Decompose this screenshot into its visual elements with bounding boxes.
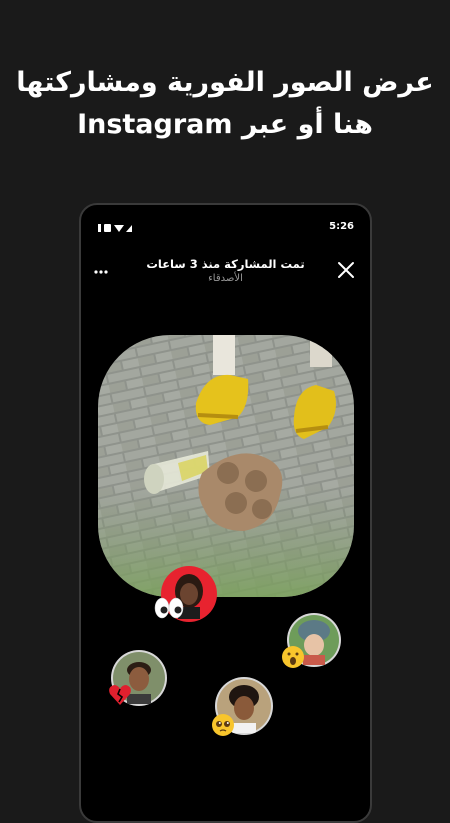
- signal-icon: [126, 225, 132, 232]
- surprised-face-emoji: [282, 646, 304, 668]
- pleading-face-emoji: [212, 714, 234, 736]
- eyes-emoji: [154, 597, 184, 619]
- headline-line-1: عرض الصور الفورية ومشاركتها: [16, 67, 434, 98]
- post-header: تمت المشاركة منذ 3 ساعات الأصدقاء: [133, 257, 318, 284]
- headline-line-2: هنا أو عبر Instagram: [77, 109, 373, 140]
- audience-label: الأصدقاء: [208, 273, 243, 284]
- notification-icon: [98, 224, 101, 232]
- top-bar: تمت المشاركة منذ 3 ساعات الأصدقاء: [81, 251, 370, 291]
- close-icon[interactable]: [337, 261, 355, 279]
- photo-illustration: [98, 335, 354, 597]
- shared-photo[interactable]: [98, 335, 354, 597]
- headline: عرض الصور الفورية ومشاركتها هنا أو عبر I…: [0, 62, 450, 146]
- post-title: تمت المشاركة منذ 3 ساعات: [146, 257, 305, 271]
- more-options-icon[interactable]: [93, 257, 111, 275]
- status-bar: 5:26: [81, 205, 370, 233]
- battery-icon: [104, 224, 111, 232]
- status-time: 5:26: [329, 221, 354, 232]
- status-icons: [98, 224, 132, 232]
- broken-heart-emoji: [109, 685, 131, 705]
- wifi-icon: [114, 225, 124, 232]
- phone-frame: 5:26 تمت المشاركة منذ 3 ساعات الأصدقاء: [79, 203, 372, 823]
